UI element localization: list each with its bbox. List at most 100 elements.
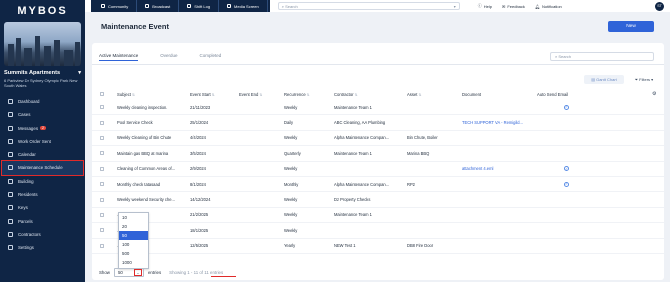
new-button[interactable]: New	[608, 20, 654, 32]
feedback-label: Feedback	[507, 3, 525, 9]
row-checkbox[interactable]	[100, 135, 104, 140]
showing-text: Showing 1 - 11 of 11 entries	[169, 269, 224, 275]
sidebar-item-cases[interactable]: Cases	[0, 108, 85, 121]
sidebar-item-messages[interactable]: Messages 2	[0, 121, 85, 134]
table-row[interactable]: ...r Inspection12/5/2025YearlyNEW Test 1…	[92, 239, 664, 254]
sidebar-item-residents[interactable]: Residents	[0, 188, 85, 201]
col-subject[interactable]: Subject⇅	[117, 92, 189, 97]
table-row[interactable]: Weekly Cleaning of Bin Chute 4/4/2024 Week…	[92, 131, 664, 147]
chevron-down-icon[interactable]: ⌄	[133, 269, 142, 276]
tab-label: Broadcast	[152, 3, 171, 9]
page-size-option[interactable]: 10	[119, 213, 148, 222]
building-image	[4, 22, 81, 66]
table-row[interactable]: ...rs Inspection21/2/2025WeeklyMaintenan…	[92, 208, 664, 224]
cell-document[interactable]: TECH SUPPORT VA - Remigild...	[462, 120, 532, 125]
page-size-option[interactable]: 100	[119, 240, 148, 249]
cell-event-start: 21/11/2023	[190, 104, 211, 110]
col-contractor[interactable]: Contractor⇅	[334, 92, 402, 97]
cell-contractor: Maintenance Team 1	[334, 150, 372, 156]
table-footer: Show 50 ⌄ entries Showing 1 - 11 of 11 e…	[99, 267, 237, 277]
table-row[interactable]: Cleaning of Common Areas of... 2/9/2024 We…	[92, 162, 664, 177]
tab-active-maintenance[interactable]: Active Maintenance	[99, 53, 139, 61]
sidebar-item-work-order-sent[interactable]: Work Order Sent	[0, 135, 85, 148]
sidebar-item-maintenance-schedule[interactable]: Maintenance Schedule	[1, 160, 84, 176]
row-checkbox[interactable]	[100, 151, 104, 156]
col-event-end[interactable]: Event End⇅	[239, 92, 279, 97]
quick-tabs: Community Broadcast Shift Log Media Scre…	[91, 0, 270, 12]
row-checkbox[interactable]	[100, 197, 104, 202]
col-asset[interactable]: Asset⇅	[407, 92, 457, 97]
col-recurrence[interactable]: Recurrence⇅	[284, 92, 330, 97]
sidebar-item-label: Keys	[18, 205, 28, 211]
global-search-input[interactable]: ⌕ Search ▾	[277, 2, 460, 10]
table-row[interactable]: Weekly weekend Security che... 14/12/2024…	[92, 192, 664, 208]
table-row[interactable]: ...ction18/1/2025Weekly	[92, 223, 664, 239]
sidebar-item-parcels[interactable]: Parcels	[0, 214, 85, 227]
site-selector[interactable]: Summits Apartments ▾	[4, 70, 81, 76]
row-checkbox[interactable]	[100, 166, 104, 171]
tab-overdue[interactable]: Overdue	[160, 53, 177, 61]
feedback-link[interactable]: ✉ Feedback	[502, 4, 525, 9]
top-actions: ⓘ Help ✉ Feedback 🔔︎ Notification	[478, 3, 562, 9]
help-link[interactable]: ⓘ Help	[478, 3, 492, 9]
cell-event-start: 4/4/2024	[190, 135, 206, 141]
page-size-option[interactable]: 1000	[119, 258, 148, 267]
maintenance-card: Active Maintenance Overdue Completed ⌕ S…	[92, 43, 664, 280]
avatar[interactable]: ST	[655, 1, 664, 11]
help-icon: ⓘ	[477, 3, 482, 8]
row-checkbox[interactable]	[100, 105, 104, 110]
filters-button[interactable]: ⏷ Filters ▾	[628, 75, 660, 84]
cell-event-start: 18/1/2025	[190, 227, 209, 233]
tab-label: Media Screen	[234, 3, 259, 9]
sidebar-item-settings[interactable]: Settings	[0, 241, 85, 254]
sidebar-item-label: Calendar	[18, 152, 36, 158]
chevron-down-icon: ▾	[650, 77, 654, 82]
sidebar-item-keys[interactable]: Keys	[0, 201, 85, 214]
cell-contractor: Maintenance Team 1	[334, 212, 372, 218]
table-row[interactable]: Pool Service Check 25/1/2024 Daily ABC Clea…	[92, 115, 664, 131]
row-checkbox[interactable]	[100, 228, 104, 233]
column-settings-icon[interactable]: ⚙	[652, 91, 656, 97]
settings-icon	[8, 245, 13, 251]
sidebar-item-calendar[interactable]: Calendar	[0, 148, 85, 161]
notification-link[interactable]: 🔔︎ Notification	[535, 4, 562, 9]
tab-completed[interactable]: Completed	[200, 53, 222, 61]
check-circle-icon: ✓	[564, 181, 569, 187]
mybos-logo[interactable]: MYBOS	[0, 0, 85, 22]
row-checkbox[interactable]	[100, 243, 104, 248]
tab-label: Community	[108, 3, 129, 9]
cell-recurrence: Weekly	[284, 166, 298, 172]
feedback-icon: ✉	[501, 3, 506, 9]
select-all-checkbox[interactable]	[100, 92, 104, 96]
cell-asset: DB8 Fire Door	[407, 243, 434, 249]
sidebar-item-building[interactable]: Building	[0, 175, 85, 188]
tab-media-screen[interactable]: Media Screen	[219, 0, 268, 12]
tab-broadcast[interactable]: Broadcast	[137, 0, 180, 12]
tab-shift-log[interactable]: Shift Log	[179, 0, 220, 12]
col-event-start[interactable]: Event Start⇅	[190, 92, 235, 97]
gantt-chart-button[interactable]: ▤ Gantt Chart	[584, 75, 624, 84]
cell-event-start: 21/2/2025	[190, 212, 209, 218]
row-checkbox[interactable]	[100, 120, 104, 125]
table-search-input[interactable]: ⌕ Search	[550, 52, 654, 61]
chevron-down-icon: ▾	[78, 70, 81, 76]
table-row[interactable]: Weekly cleaning inspection. 21/11/2023 Wee…	[92, 100, 664, 116]
page-size-option[interactable]: 50	[119, 231, 148, 240]
tab-label: Shift Log	[194, 3, 211, 9]
table-row[interactable]: Monthly check tatasaad 8/1/2024 Monthly Alp…	[92, 177, 664, 193]
cell-document[interactable]: attachment 4.eml	[462, 166, 532, 171]
page-size-option[interactable]: 500	[119, 249, 148, 258]
row-checkbox[interactable]	[100, 212, 104, 217]
page-size-select[interactable]: 50 ⌄	[113, 267, 144, 277]
table-row[interactable]: Maintain gas BBQ at marina 3/5/2024 Quarte…	[92, 146, 664, 162]
row-checkbox[interactable]	[100, 182, 104, 187]
cell-event-start: 12/5/2025	[190, 243, 209, 249]
page-header: Maintenance Event New	[85, 12, 670, 40]
tab-community[interactable]: Community	[93, 0, 138, 12]
col-label: Contractor	[334, 91, 354, 97]
notification-label: Notification	[541, 3, 562, 9]
help-label: Help	[483, 3, 492, 9]
sidebar-item-dashboard[interactable]: Dashboard	[0, 95, 85, 108]
sidebar-item-contractors[interactable]: Contractors	[0, 228, 85, 241]
page-size-option[interactable]: 20	[119, 222, 148, 231]
